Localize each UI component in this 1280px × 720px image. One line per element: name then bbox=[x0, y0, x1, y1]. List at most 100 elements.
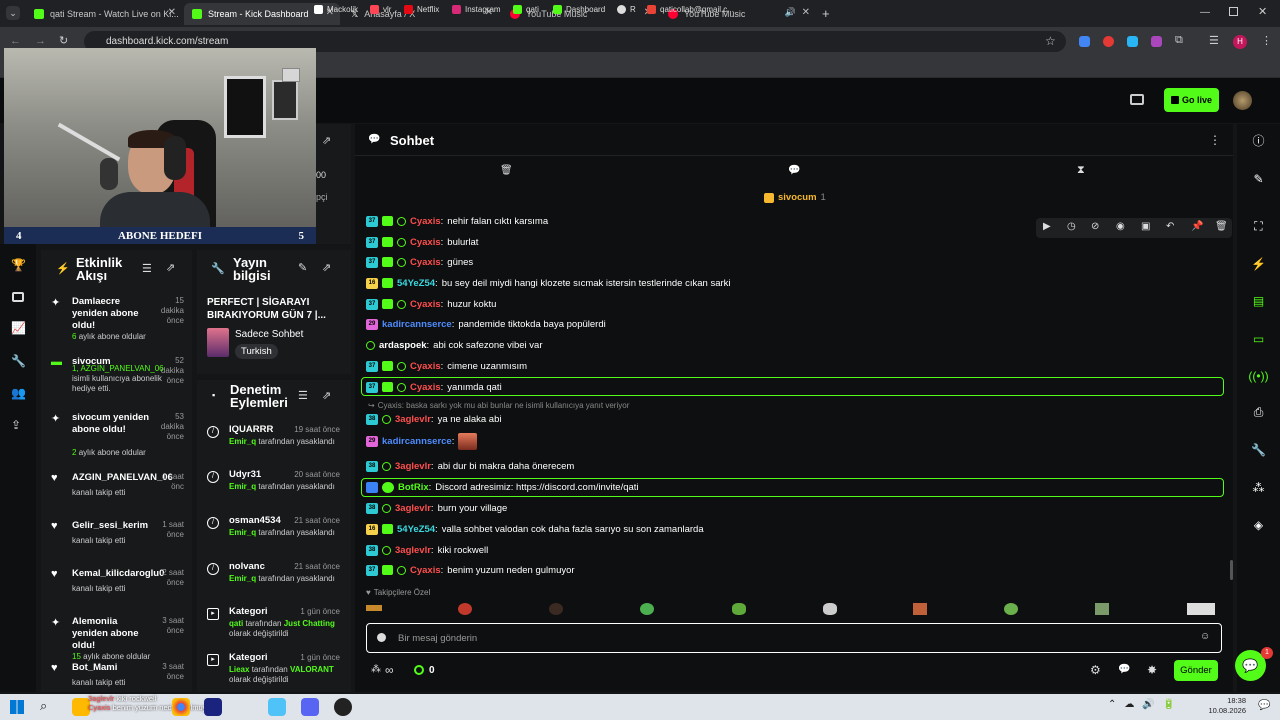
bookmark-qati[interactable]: qati bbox=[513, 5, 539, 14]
chat-message[interactable]: 38 3aglevlr: kiki rockwell bbox=[366, 542, 488, 558]
chat-input[interactable] bbox=[366, 623, 1222, 653]
chat-message[interactable]: 38 3aglevlr: burn your village bbox=[366, 500, 507, 516]
app-icon[interactable] bbox=[204, 698, 222, 716]
extension-icon[interactable] bbox=[1079, 36, 1090, 47]
chat-username[interactable]: ardaspoek bbox=[379, 340, 427, 351]
maximize-button[interactable] bbox=[1229, 7, 1238, 16]
search-icon[interactable]: ⌕ bbox=[40, 698, 47, 714]
forward-icon[interactable]: → bbox=[35, 35, 46, 47]
clipboard-icon[interactable]: ▤ bbox=[1250, 292, 1267, 309]
bookmark-star-icon[interactable]: ☆ bbox=[1045, 34, 1056, 48]
extension-icon[interactable] bbox=[1151, 36, 1162, 47]
chat-username[interactable]: Cyaxis bbox=[410, 257, 441, 268]
bookmark-netflix[interactable]: Netflix bbox=[404, 5, 439, 14]
tab-qati-stream[interactable]: qati Stream - Watch Live on Ki... ✕ bbox=[26, 3, 182, 25]
bookmark-gmail[interactable]: qaticollab@gmail.c... bbox=[647, 5, 734, 14]
printer-icon[interactable]: ⎙ bbox=[1250, 404, 1267, 421]
chat-scrollbar[interactable] bbox=[1230, 560, 1233, 580]
chat-message[interactable]: 16 54YeZ54: bu sey deil miydi hangi klozet… bbox=[366, 275, 731, 291]
hide-icon[interactable]: ⊘ bbox=[1091, 221, 1099, 232]
delete-icon[interactable]: 🗑 bbox=[1215, 221, 1228, 232]
chat-menu-icon[interactable]: ⋮ bbox=[1209, 133, 1221, 147]
broadcast-icon[interactable]: ((•)) bbox=[1248, 367, 1268, 384]
chat-mode-icon[interactable]: 💬 bbox=[788, 165, 800, 176]
copy-icon[interactable]: ▣ bbox=[1141, 221, 1150, 232]
chat-username[interactable]: BotRix bbox=[398, 482, 429, 493]
close-icon[interactable]: ✕ bbox=[802, 7, 810, 18]
chat-message[interactable]: 29 kadircannserce: bbox=[366, 433, 458, 449]
play-icon[interactable]: ▶ bbox=[1043, 221, 1051, 232]
close-icon[interactable]: ✕ bbox=[168, 7, 176, 18]
chat-bubble-icon[interactable]: 💬 bbox=[1118, 664, 1130, 675]
wrench-icon[interactable]: 🔧 bbox=[11, 354, 26, 368]
bookmark-dashboard[interactable]: Dashboard bbox=[553, 5, 605, 14]
close-window-button[interactable]: ✕ bbox=[1258, 5, 1267, 18]
emote[interactable] bbox=[913, 603, 927, 615]
emote[interactable] bbox=[732, 603, 746, 615]
expand-icon[interactable]: ⛶ bbox=[1250, 218, 1267, 235]
lightning-icon[interactable]: ⚡ bbox=[1250, 255, 1267, 272]
chat-username[interactable]: Cyaxis bbox=[410, 216, 441, 227]
slow-mode-icon[interactable]: ⧗ bbox=[1077, 164, 1085, 177]
extension-icon[interactable] bbox=[1103, 36, 1114, 47]
clock-icon[interactable]: ◷ bbox=[1067, 221, 1076, 232]
back-icon[interactable]: ← bbox=[10, 35, 21, 47]
emote[interactable] bbox=[366, 605, 382, 611]
video-icon[interactable] bbox=[12, 292, 24, 302]
go-live-button[interactable]: Go live bbox=[1164, 88, 1219, 112]
chat-message[interactable]: 37 Cyaxis: bulurlat bbox=[366, 234, 478, 250]
reload-icon[interactable]: ↻ bbox=[59, 34, 68, 47]
analytics-icon[interactable]: 📈 bbox=[11, 321, 26, 335]
user-avatar[interactable] bbox=[1233, 91, 1252, 110]
popout-icon[interactable]: ⇗ bbox=[166, 261, 175, 274]
obs-icon[interactable] bbox=[334, 698, 352, 716]
minimize-button[interactable]: — bbox=[1200, 7, 1210, 18]
popout-icon[interactable]: ⇗ bbox=[322, 261, 331, 274]
chat-message[interactable]: 37 Cyaxis: günes bbox=[366, 254, 473, 270]
badge-icon[interactable]: ✸ bbox=[1147, 663, 1157, 677]
chat-message[interactable]: 16 54YeZ54: valla sohbet valodan cok daha … bbox=[366, 521, 704, 537]
chat-username[interactable]: 3aglevlr bbox=[395, 461, 431, 472]
chat-username[interactable]: Cyaxis bbox=[410, 565, 441, 576]
tag-icon[interactable]: ◈ bbox=[1250, 516, 1267, 533]
emote[interactable] bbox=[823, 603, 837, 615]
new-tab-button[interactable]: + bbox=[822, 6, 830, 21]
dots-icon[interactable]: ⁂ bbox=[1250, 479, 1267, 496]
emote[interactable] bbox=[458, 603, 472, 615]
studio-icon[interactable] bbox=[1130, 94, 1144, 105]
discord-icon[interactable] bbox=[301, 698, 319, 716]
info-icon[interactable]: ⓘ bbox=[1250, 132, 1267, 149]
emoji-icon[interactable]: ☺ bbox=[1200, 631, 1210, 642]
filter-icon[interactable]: ☰ bbox=[142, 262, 152, 275]
chat-username[interactable]: 54YeZ54 bbox=[397, 524, 435, 535]
chat-username[interactable]: Cyaxis bbox=[410, 361, 441, 372]
bookmark-instagram[interactable]: Instagram bbox=[452, 5, 501, 14]
menu-icon[interactable]: ☰ bbox=[1209, 34, 1219, 47]
chat-username[interactable]: Cyaxis bbox=[410, 382, 441, 393]
undo-icon[interactable]: ↶ bbox=[1166, 221, 1174, 232]
chat-message[interactable]: 37 Cyaxis: cimene uzanmısım bbox=[366, 358, 527, 374]
chat-message[interactable]: 38 3aglevlr: abi dur bi makra daha önerece… bbox=[366, 458, 574, 474]
extension-icon[interactable] bbox=[1127, 36, 1138, 47]
tab-search-button[interactable]: ⌄ bbox=[6, 6, 20, 20]
emote[interactable] bbox=[640, 603, 654, 615]
chat-username[interactable]: Cyaxis bbox=[410, 237, 441, 248]
filter-icon[interactable]: ☰ bbox=[298, 389, 308, 402]
chat-username[interactable]: Cyaxis bbox=[410, 299, 441, 310]
chat-username[interactable]: 3aglevlr bbox=[395, 414, 431, 425]
chat-username[interactable]: 54YeZ54 bbox=[397, 278, 435, 289]
wrench-icon[interactable]: 🔧 bbox=[1250, 441, 1267, 458]
chat-message[interactable]: 37 Cyaxis: huzur koktu bbox=[366, 296, 496, 312]
chat-username[interactable]: kadircannserce bbox=[382, 436, 452, 447]
bookmark-r[interactable]: R bbox=[617, 5, 636, 14]
chat-username[interactable]: 3aglevlr bbox=[395, 503, 431, 514]
chrome-icon[interactable] bbox=[172, 698, 190, 716]
pin-icon[interactable]: 📌 bbox=[1191, 221, 1203, 232]
upload-icon[interactable]: ⇪ bbox=[11, 418, 21, 432]
chat-message[interactable]: 37 Cyaxis: nehir falan cıktı karsıma bbox=[366, 213, 548, 229]
windows-start-icon[interactable] bbox=[10, 700, 24, 714]
bookmark-vlr[interactable]: vlr bbox=[370, 5, 391, 14]
notification-center-icon[interactable]: 💬 bbox=[1258, 700, 1270, 711]
puzzle-icon[interactable]: ⧉ bbox=[1175, 34, 1183, 47]
clock[interactable]: 18:38 10.08.2026 bbox=[1202, 696, 1246, 716]
